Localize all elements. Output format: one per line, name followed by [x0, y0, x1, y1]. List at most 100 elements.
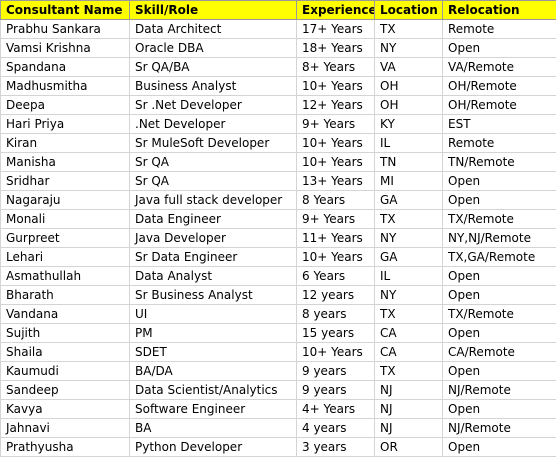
cell-skill-role[interactable]: Sr .Net Developer	[129, 95, 297, 115]
cell-location[interactable]: IL	[374, 133, 443, 153]
cell-consultant-name[interactable]: Vamsi Krishna	[0, 38, 130, 58]
cell-consultant-name[interactable]: Sujith	[0, 323, 130, 343]
cell-location[interactable]: NY	[374, 38, 443, 58]
cell-location[interactable]: NJ	[374, 380, 443, 400]
cell-location[interactable]: IL	[374, 266, 443, 286]
cell-location[interactable]: VA	[374, 57, 443, 77]
cell-relocation[interactable]: NJ/Remote	[442, 380, 556, 400]
cell-location[interactable]: TN	[374, 152, 443, 172]
cell-skill-role[interactable]: SDET	[129, 342, 297, 362]
cell-location[interactable]: TX	[374, 209, 443, 229]
cell-consultant-name[interactable]: Nagaraju	[0, 190, 130, 210]
cell-relocation[interactable]: Open	[442, 399, 556, 419]
cell-experience[interactable]: 8 years	[296, 304, 375, 324]
cell-relocation[interactable]: TX/Remote	[442, 209, 556, 229]
cell-relocation[interactable]: EST	[442, 114, 556, 134]
cell-experience[interactable]: 8 Years	[296, 190, 375, 210]
cell-consultant-name[interactable]: Prabhu Sankara	[0, 19, 130, 39]
cell-skill-role[interactable]: Java full stack developer	[129, 190, 297, 210]
cell-consultant-name[interactable]: Prathyusha	[0, 437, 130, 457]
cell-relocation[interactable]: NY,NJ/Remote	[442, 228, 556, 248]
cell-location[interactable]: GA	[374, 247, 443, 267]
cell-consultant-name[interactable]: Vandana	[0, 304, 130, 324]
cell-skill-role[interactable]: Data Engineer	[129, 209, 297, 229]
cell-consultant-name[interactable]: Kavya	[0, 399, 130, 419]
cell-skill-role[interactable]: Sr QA	[129, 152, 297, 172]
cell-consultant-name[interactable]: Shaila	[0, 342, 130, 362]
cell-relocation[interactable]: TX,GA/Remote	[442, 247, 556, 267]
header-cell-location[interactable]: Location	[374, 0, 443, 20]
cell-skill-role[interactable]: Software Engineer	[129, 399, 297, 419]
cell-relocation[interactable]: Remote	[442, 133, 556, 153]
cell-experience[interactable]: 10+ Years	[296, 133, 375, 153]
cell-skill-role[interactable]: Python Developer	[129, 437, 297, 457]
cell-skill-role[interactable]: UI	[129, 304, 297, 324]
header-cell-skill-role[interactable]: Skill/Role	[129, 0, 297, 20]
cell-relocation[interactable]: NJ/Remote	[442, 418, 556, 438]
cell-skill-role[interactable]: .Net Developer	[129, 114, 297, 134]
cell-location[interactable]: MI	[374, 171, 443, 191]
cell-relocation[interactable]: Open	[442, 190, 556, 210]
cell-skill-role[interactable]: Sr Business Analyst	[129, 285, 297, 305]
cell-relocation[interactable]: Open	[442, 361, 556, 381]
cell-experience[interactable]: 11+ Years	[296, 228, 375, 248]
cell-consultant-name[interactable]: Jahnavi	[0, 418, 130, 438]
cell-experience[interactable]: 12 years	[296, 285, 375, 305]
cell-consultant-name[interactable]: Monali	[0, 209, 130, 229]
header-cell-experience[interactable]: Experience	[296, 0, 375, 20]
cell-experience[interactable]: 8+ Years	[296, 57, 375, 77]
cell-consultant-name[interactable]: Deepa	[0, 95, 130, 115]
cell-skill-role[interactable]: BA/DA	[129, 361, 297, 381]
cell-relocation[interactable]: CA/Remote	[442, 342, 556, 362]
cell-consultant-name[interactable]: Lehari	[0, 247, 130, 267]
cell-experience[interactable]: 10+ Years	[296, 152, 375, 172]
cell-relocation[interactable]: VA/Remote	[442, 57, 556, 77]
cell-relocation[interactable]: TN/Remote	[442, 152, 556, 172]
cell-relocation[interactable]: OH/Remote	[442, 76, 556, 96]
cell-location[interactable]: NJ	[374, 418, 443, 438]
cell-skill-role[interactable]: Sr MuleSoft Developer	[129, 133, 297, 153]
header-cell-relocation[interactable]: Relocation	[442, 0, 556, 20]
cell-relocation[interactable]: Open	[442, 437, 556, 457]
cell-experience[interactable]: 4 years	[296, 418, 375, 438]
cell-skill-role[interactable]: Oracle DBA	[129, 38, 297, 58]
cell-consultant-name[interactable]: Sridhar	[0, 171, 130, 191]
cell-experience[interactable]: 18+ Years	[296, 38, 375, 58]
cell-experience[interactable]: 10+ Years	[296, 76, 375, 96]
cell-experience[interactable]: 9+ Years	[296, 209, 375, 229]
cell-consultant-name[interactable]: Kiran	[0, 133, 130, 153]
cell-experience[interactable]: 4+ Years	[296, 399, 375, 419]
cell-experience[interactable]: 9+ Years	[296, 114, 375, 134]
cell-consultant-name[interactable]: Spandana	[0, 57, 130, 77]
cell-skill-role[interactable]: Data Architect	[129, 19, 297, 39]
cell-consultant-name[interactable]: Asmathullah	[0, 266, 130, 286]
cell-experience[interactable]: 15 years	[296, 323, 375, 343]
cell-relocation[interactable]: Open	[442, 285, 556, 305]
cell-relocation[interactable]: Open	[442, 171, 556, 191]
cell-location[interactable]: GA	[374, 190, 443, 210]
cell-location[interactable]: TX	[374, 19, 443, 39]
cell-skill-role[interactable]: Sr QA	[129, 171, 297, 191]
cell-skill-role[interactable]: Data Analyst	[129, 266, 297, 286]
cell-experience[interactable]: 9 years	[296, 361, 375, 381]
cell-location[interactable]: NY	[374, 228, 443, 248]
cell-experience[interactable]: 6 Years	[296, 266, 375, 286]
cell-experience[interactable]: 12+ Years	[296, 95, 375, 115]
cell-location[interactable]: CA	[374, 342, 443, 362]
cell-location[interactable]: NY	[374, 285, 443, 305]
cell-skill-role[interactable]: Sr Data Engineer	[129, 247, 297, 267]
cell-consultant-name[interactable]: Kaumudi	[0, 361, 130, 381]
cell-consultant-name[interactable]: Hari Priya	[0, 114, 130, 134]
cell-relocation[interactable]: Open	[442, 323, 556, 343]
cell-skill-role[interactable]: Sr QA/BA	[129, 57, 297, 77]
cell-experience[interactable]: 13+ Years	[296, 171, 375, 191]
cell-experience[interactable]: 9 years	[296, 380, 375, 400]
cell-experience[interactable]: 17+ Years	[296, 19, 375, 39]
cell-consultant-name[interactable]: Bharath	[0, 285, 130, 305]
cell-location[interactable]: NJ	[374, 399, 443, 419]
cell-location[interactable]: CA	[374, 323, 443, 343]
cell-location[interactable]: OH	[374, 95, 443, 115]
cell-skill-role[interactable]: Java Developer	[129, 228, 297, 248]
cell-relocation[interactable]: TX/Remote	[442, 304, 556, 324]
cell-skill-role[interactable]: Data Scientist/Analytics	[129, 380, 297, 400]
